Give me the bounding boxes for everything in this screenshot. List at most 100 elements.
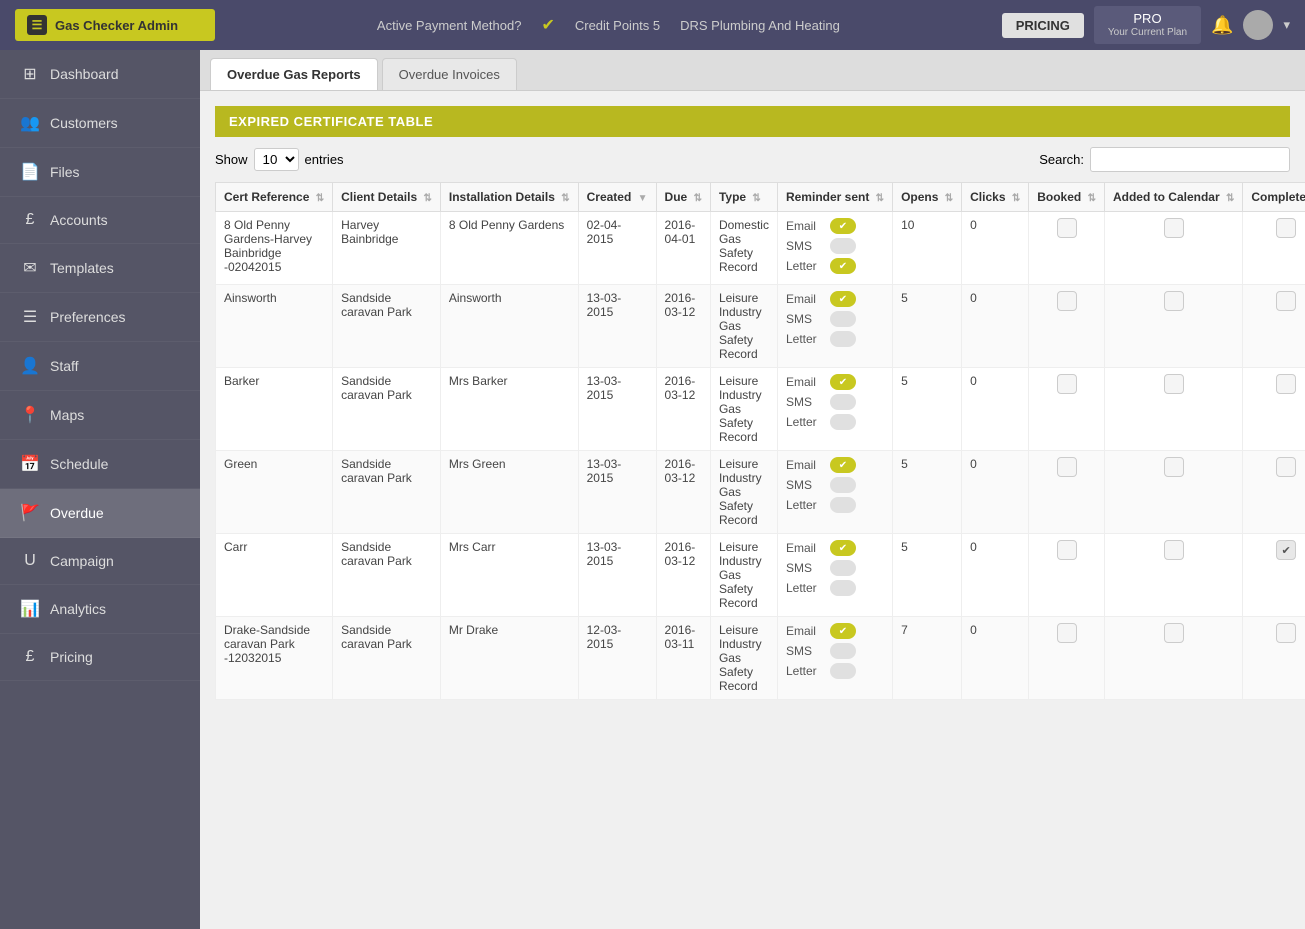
sidebar-label-analytics: Analytics [50,601,106,617]
cell-cert-ref: Barker [216,368,333,451]
sidebar-item-preferences[interactable]: ☰Preferences [0,293,200,342]
cell-type: Leisure Industry Gas Safety Record [710,285,777,368]
complete-cb[interactable] [1276,374,1296,394]
booked-cb[interactable] [1057,457,1077,477]
letter-toggle-off[interactable] [830,331,856,347]
cell-installation: Mrs Green [440,451,578,534]
entries-select[interactable]: 10 25 50 [254,148,299,171]
cell-client: Sandside caravan Park [333,451,441,534]
letter-toggle-off[interactable] [830,497,856,513]
cell-opens: 10 [893,212,962,285]
table-row: Carr Sandside caravan Park Mrs Carr 13-0… [216,534,1305,617]
payment-check-icon: ✔ [541,15,554,35]
booked-cb[interactable] [1057,623,1077,643]
booked-cb[interactable] [1057,291,1077,311]
email-toggle-on[interactable]: ✔ [830,623,856,639]
cell-clicks: 0 [962,285,1029,368]
sidebar-item-pricing[interactable]: £Pricing [0,634,200,681]
sms-label: SMS [786,644,824,658]
calendar-cb[interactable] [1164,457,1184,477]
notification-bell-icon[interactable]: 🔔 [1211,15,1233,36]
cell-due: 2016-03-12 [656,368,710,451]
cell-created: 13-03-2015 [578,368,656,451]
cell-opens: 5 [893,368,962,451]
col-calendar: Added to Calendar ⇅ [1104,183,1242,212]
cell-created: 13-03-2015 [578,451,656,534]
sidebar-item-maps[interactable]: 📍Maps [0,391,200,440]
sidebar-label-files: Files [50,164,80,180]
sidebar-icon-accounts: £ [20,211,40,229]
avatar-dropdown-icon[interactable]: ▾ [1283,17,1290,33]
sidebar-item-templates[interactable]: ✉Templates [0,244,200,293]
credit-label: Credit Points 5 [575,18,660,33]
booked-cb[interactable] [1057,540,1077,560]
sidebar-item-schedule[interactable]: 📅Schedule [0,440,200,489]
email-toggle-on[interactable]: ✔ [830,540,856,556]
email-toggle-on[interactable]: ✔ [830,218,856,234]
table-section: EXPIRED CERTIFICATE TABLE Show 10 25 50 … [200,91,1305,715]
calendar-cb[interactable] [1164,623,1184,643]
calendar-cb[interactable] [1164,540,1184,560]
sms-toggle-off[interactable] [830,560,856,576]
show-entries-control: Show 10 25 50 entries [215,148,344,171]
sidebar-item-analytics[interactable]: 📊Analytics [0,585,200,634]
complete-cb[interactable]: ✔ [1276,540,1296,560]
email-toggle-on[interactable]: ✔ [830,374,856,390]
table-header: Cert Reference ⇅ Client Details ⇅ Instal… [216,183,1305,212]
data-table: Cert Reference ⇅ Client Details ⇅ Instal… [215,182,1305,700]
search-input[interactable] [1090,147,1290,172]
cell-clicks: 0 [962,617,1029,700]
letter-toggle-off[interactable] [830,663,856,679]
sidebar-item-dashboard[interactable]: ⊞Dashboard [0,50,200,99]
complete-cb[interactable] [1276,457,1296,477]
email-toggle-on[interactable]: ✔ [830,457,856,473]
header-row: Cert Reference ⇅ Client Details ⇅ Instal… [216,183,1305,212]
booked-cb[interactable] [1057,218,1077,238]
letter-toggle-off[interactable] [830,580,856,596]
letter-toggle-on[interactable]: ✔ [830,258,856,274]
cell-installation: 8 Old Penny Gardens [440,212,578,285]
sidebar-item-accounts[interactable]: £Accounts [0,197,200,244]
col-client: Client Details ⇅ [333,183,441,212]
tab-overdue-invoices[interactable]: Overdue Invoices [382,58,517,90]
booked-cb[interactable] [1057,374,1077,394]
sidebar-item-staff[interactable]: 👤Staff [0,342,200,391]
complete-cb[interactable] [1276,291,1296,311]
sidebar: ⊞Dashboard👥Customers📄Files£Accounts✉Temp… [0,50,200,929]
sms-toggle-off[interactable] [830,477,856,493]
cell-cert-ref: Drake-Sandside caravan Park -12032015 [216,617,333,700]
cell-complete [1243,368,1305,451]
calendar-cb[interactable] [1164,218,1184,238]
sms-toggle-off[interactable] [830,394,856,410]
cell-client: Sandside caravan Park [333,285,441,368]
sidebar-item-campaign[interactable]: UCampaign [0,538,200,585]
cell-type: Leisure Industry Gas Safety Record [710,534,777,617]
cell-opens: 7 [893,617,962,700]
letter-label: Letter [786,332,824,346]
calendar-cb[interactable] [1164,291,1184,311]
complete-cb[interactable] [1276,218,1296,238]
pro-button[interactable]: PRO Your Current Plan [1094,6,1201,44]
letter-toggle-off[interactable] [830,414,856,430]
sidebar-item-files[interactable]: 📄Files [0,148,200,197]
calendar-cb[interactable] [1164,374,1184,394]
email-toggle-on[interactable]: ✔ [830,291,856,307]
sms-toggle-off[interactable] [830,311,856,327]
top-navbar: ☰ Gas Checker Admin Active Payment Metho… [0,0,1305,50]
pricing-button[interactable]: PRICING [1002,13,1084,38]
sms-toggle-off[interactable] [830,238,856,254]
tab-overdue-gas[interactable]: Overdue Gas Reports [210,58,378,90]
complete-cb[interactable] [1276,623,1296,643]
cell-reminder: Email✔ SMS Letter [777,451,892,534]
sidebar-icon-staff: 👤 [20,356,40,376]
sidebar-item-customers[interactable]: 👥Customers [0,99,200,148]
letter-label: Letter [786,415,824,429]
sidebar-item-overdue[interactable]: 🚩Overdue [0,489,200,538]
cell-booked [1029,368,1105,451]
cell-created: 12-03-2015 [578,617,656,700]
letter-label: Letter [786,498,824,512]
sidebar-icon-customers: 👥 [20,113,40,133]
sms-toggle-off[interactable] [830,643,856,659]
user-avatar[interactable] [1243,10,1273,40]
table-row: 8 Old Penny Gardens-Harvey Bainbridge -0… [216,212,1305,285]
